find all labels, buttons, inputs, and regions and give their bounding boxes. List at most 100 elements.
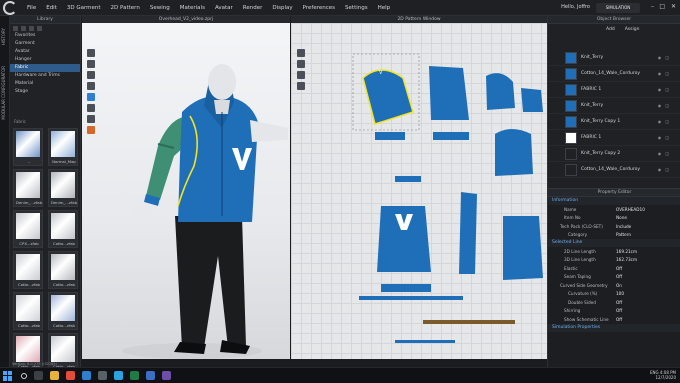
selected-line-section[interactable]: Selected Line	[548, 239, 680, 247]
fabric-options-icon[interactable]: ◉◫	[658, 119, 673, 124]
back-icon[interactable]	[13, 25, 18, 31]
taskbar: ENG 4:08 PM 12/7/2020	[0, 367, 680, 383]
simulation-toggle[interactable]: SIMULATION	[596, 3, 640, 13]
fabric-color-swatch[interactable]	[565, 131, 577, 144]
forward-icon[interactable]	[21, 25, 26, 31]
double-sided-value[interactable]: Off	[616, 300, 622, 305]
menu-2d-pattern[interactable]: 2D Pattern	[106, 0, 145, 16]
search-icon[interactable]	[21, 372, 27, 379]
close-icon[interactable]: ✕	[671, 3, 676, 10]
word-icon[interactable]	[146, 371, 155, 380]
library-item-hardware-and-trims[interactable]: Hardware and Trims	[10, 72, 80, 80]
windows-start-icon[interactable]	[3, 370, 13, 381]
library-item-avatar[interactable]: Avatar	[10, 48, 80, 56]
curved-geometry-value[interactable]: On	[616, 283, 622, 288]
seam-taping-value[interactable]: Off	[616, 274, 622, 279]
library-item-stage[interactable]: Stage	[10, 88, 80, 96]
2d-pattern-window[interactable]: 2D Pattern Window V	[291, 16, 547, 359]
shirring-value[interactable]: Off	[616, 308, 622, 313]
name-value[interactable]: OVERHEAD10	[616, 207, 645, 212]
menu-edit[interactable]: Edit	[41, 0, 62, 16]
library-item-garment[interactable]: Garment	[10, 40, 80, 48]
clo-taskbar-icon[interactable]	[98, 371, 107, 380]
view-icon[interactable]	[29, 25, 34, 31]
menu-sewing[interactable]: Sewing	[145, 0, 175, 16]
fabric-thumbnail[interactable]: Normal_Map	[48, 128, 78, 166]
minimize-icon[interactable]: –	[651, 3, 654, 10]
fabric-color-swatch[interactable]	[565, 115, 577, 128]
add-button[interactable]: Add	[606, 27, 615, 32]
menu-file[interactable]: File	[22, 0, 41, 16]
fabric-list-item[interactable]: Knit_Terry Copy 1 ◉◫	[548, 114, 680, 130]
menu-preferences[interactable]: Preferences	[298, 0, 340, 16]
fabric-list-item[interactable]: FABRIC 1 ◉◫	[548, 82, 680, 98]
chrome-icon[interactable]	[66, 371, 75, 380]
curvature-value[interactable]: 100	[616, 291, 624, 296]
add-folder-icon[interactable]	[37, 25, 42, 31]
fabric-list-item[interactable]: Knit_Terry Copy 2 ◉◫	[548, 146, 680, 162]
fabric-thumbnail[interactable]: Cotto...zfab	[48, 210, 78, 248]
fabric-list-item[interactable]: Knit_Terry ◉◫	[548, 98, 680, 114]
fabric-color-swatch[interactable]	[565, 147, 577, 160]
fabric-color-swatch[interactable]	[565, 51, 577, 64]
system-tray[interactable]: ENG 4:08 PM 12/7/2020	[650, 370, 676, 380]
simulation-properties-section[interactable]: Simulation Properties	[548, 323, 680, 332]
fabric-list-item[interactable]: FABRIC 1 ◉◫	[548, 130, 680, 146]
library-item-fabric[interactable]: Fabric	[10, 64, 80, 72]
app-taskbar-icon[interactable]	[114, 371, 123, 380]
schematic-value[interactable]: Off	[616, 317, 622, 322]
rail-history-tab[interactable]: HISTORY	[1, 28, 6, 45]
assign-button[interactable]: Assign	[625, 27, 640, 32]
category-value[interactable]: Pattern	[616, 232, 631, 237]
excel-icon[interactable]	[130, 371, 139, 380]
task-view-icon[interactable]	[34, 371, 43, 380]
3d-line-length-value: 162.73cm	[616, 257, 638, 263]
fabric-options-icon[interactable]: ◉◫	[658, 167, 673, 172]
menu-avatar[interactable]: Avatar	[210, 0, 238, 16]
fabric-color-swatch[interactable]	[565, 99, 577, 112]
rail-modular-configurator-tab[interactable]: MODULAR CONFIGURATOR	[1, 66, 6, 120]
user-greeting[interactable]: Hello, Joffro	[561, 4, 590, 10]
fabric-color-swatch[interactable]	[565, 67, 577, 80]
clock-date[interactable]: 12/7/2020	[650, 375, 676, 380]
fabric-thumbnail[interactable]: CPX...zfab	[13, 210, 43, 248]
fabric-options-icon[interactable]: ◉◫	[658, 71, 673, 76]
fabric-thumbnail[interactable]: Cotto...zfab	[48, 251, 78, 289]
menu-materials[interactable]: Materials	[175, 0, 210, 16]
fabric-thumbnail[interactable]: Denim_...zfab	[48, 169, 78, 207]
fabric-thumbnail[interactable]: Cotto...zfab	[48, 292, 78, 330]
teams-icon[interactable]	[162, 371, 171, 380]
fabric-thumbnail[interactable]: Cotto...zfab	[13, 251, 43, 289]
file-explorer-icon[interactable]	[50, 371, 59, 380]
fabric-thumbnail[interactable]: Cotto...zfab	[13, 292, 43, 330]
library-item-favorites[interactable]: Favorites	[10, 32, 80, 40]
menu-3d-garment[interactable]: 3D Garment	[62, 0, 106, 16]
elastic-value[interactable]: Off	[616, 266, 622, 271]
fabric-list-item[interactable]: Knit_Terry ◉◫	[548, 50, 680, 66]
menu-help[interactable]: Help	[373, 0, 396, 16]
item-no-value[interactable]: None	[616, 215, 627, 220]
tech-pack-value[interactable]: Include	[616, 224, 631, 229]
maximize-icon[interactable]: □	[659, 3, 665, 10]
fabric-thumbnail[interactable]: ..	[13, 128, 43, 166]
fabric-color-swatch[interactable]	[565, 163, 577, 176]
3d-garment-window[interactable]: Overhead_V2_video.zprj	[82, 16, 290, 359]
information-section[interactable]: Information	[548, 197, 680, 205]
fabric-options-icon[interactable]: ◉◫	[658, 103, 673, 108]
fabric-thumbnail[interactable]: Denim_...zfab	[13, 169, 43, 207]
fabric-options-icon[interactable]: ◉◫	[658, 55, 673, 60]
2d-line-length-value[interactable]: 169.21cm	[616, 249, 637, 254]
menu-settings[interactable]: Settings	[340, 0, 373, 16]
library-item-hanger[interactable]: Hanger	[10, 56, 80, 64]
fabric-options-icon[interactable]: ◉◫	[658, 87, 673, 92]
fabric-color-swatch[interactable]	[565, 83, 577, 96]
fabric-list-item[interactable]: Cotton_14_Wale_Corduroy ◉◫	[548, 66, 680, 82]
library-item-material[interactable]: Material	[10, 80, 80, 88]
menu-display[interactable]: Display	[267, 0, 297, 16]
mail-icon[interactable]	[82, 371, 91, 380]
fabric-options-icon[interactable]: ◉◫	[658, 135, 673, 140]
menu-render[interactable]: Render	[238, 0, 268, 16]
fabric-swatch-icon	[16, 336, 40, 362]
fabric-list-item[interactable]: Cotton_14_Wale_Corduroy ◉◫	[548, 162, 680, 178]
fabric-options-icon[interactable]: ◉◫	[658, 151, 673, 156]
